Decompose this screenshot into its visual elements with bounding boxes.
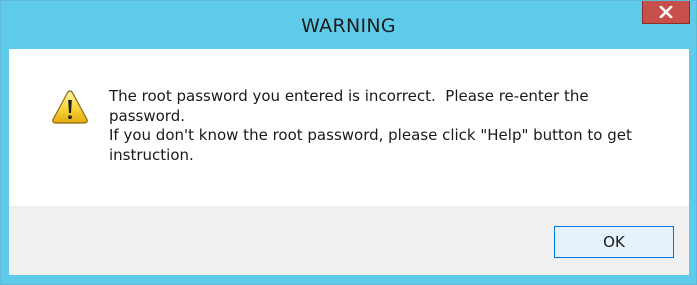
warning-message: The root password you entered is incorre… <box>109 87 669 165</box>
title-bar[interactable]: WARNING <box>1 1 696 49</box>
warning-triangle-icon <box>51 89 89 125</box>
warning-dialog-window: WARNING The root password you entered is… <box>0 0 697 285</box>
window-bottom-border <box>1 275 696 284</box>
close-button[interactable] <box>642 1 690 24</box>
ok-button[interactable]: OK <box>554 226 674 258</box>
close-x-icon <box>659 3 673 22</box>
message-line: If you don't know the root password, ple… <box>109 126 632 144</box>
message-line: The root password you entered is incorre… <box>109 87 589 105</box>
button-bar: OK <box>9 206 689 275</box>
message-area: The root password you entered is incorre… <box>9 49 689 206</box>
message-line: password. <box>109 106 185 125</box>
dialog-client-area: The root password you entered is incorre… <box>9 49 689 275</box>
message-line: instruction. <box>109 145 194 164</box>
dialog-title: WARNING <box>301 15 396 37</box>
